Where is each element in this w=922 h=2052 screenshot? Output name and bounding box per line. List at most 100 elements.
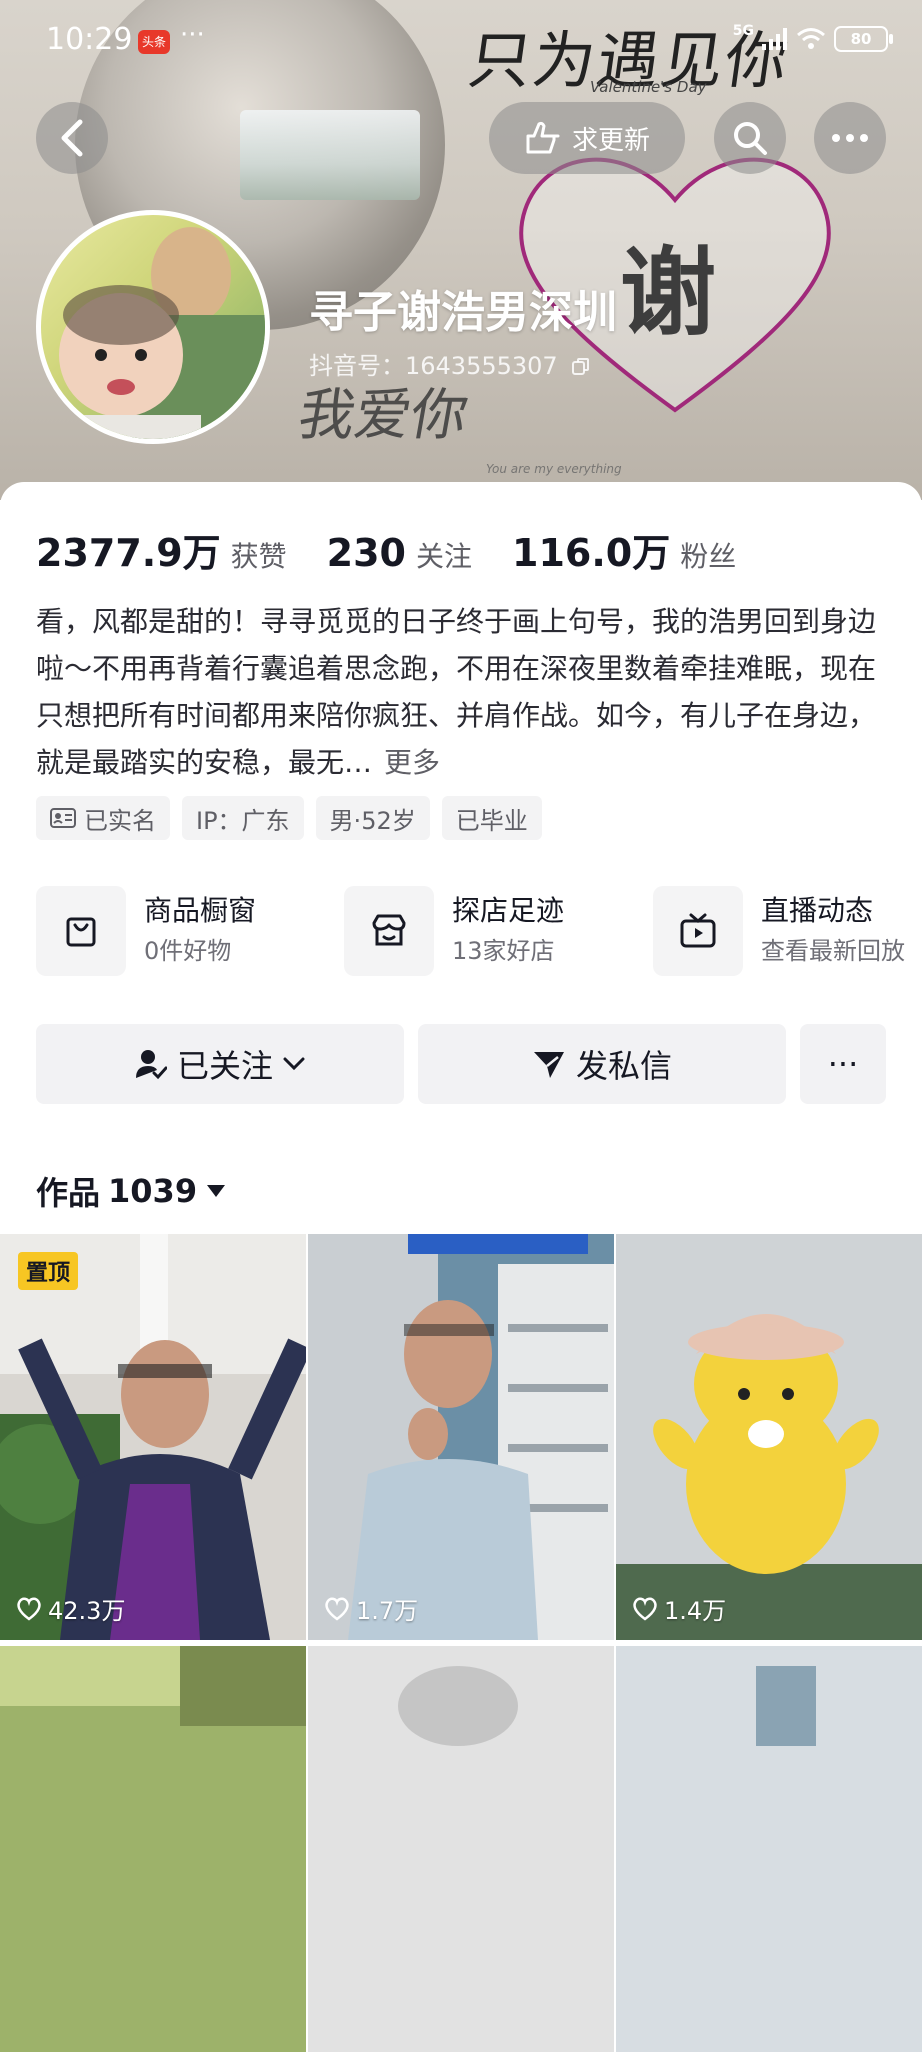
battery-icon: 80 [834, 26, 893, 52]
shop-icon [344, 886, 434, 976]
video-likes-count: 42.3万 [48, 1597, 126, 1625]
send-message-button[interactable]: 发私信 [418, 1024, 786, 1104]
toutiao-badge-icon: 头条 [138, 30, 170, 54]
video-likes: 1.7万 [324, 1591, 418, 1626]
service-store-visits[interactable]: 探店足迹 13家好店 [344, 886, 564, 976]
tag-education-label: 已毕业 [455, 806, 528, 835]
video-thumbnail[interactable] [0, 1646, 306, 2052]
stat-followers[interactable]: 116.0万 粉丝 [512, 522, 736, 577]
service-showcase-title: 商品橱窗 [144, 894, 257, 927]
service-live-title: 直播动态 [761, 894, 874, 927]
profile-cover: 只为遇见你 Valentine's Day 谢 我爱你 You are my e… [0, 0, 922, 500]
cover-bottom-sub: You are my everything [486, 462, 622, 476]
video-thumbnail[interactable]: 1.4万 [616, 1234, 922, 1640]
profile-content: 2377.9万 获赞 230 关注 116.0万 粉丝 看，风都是甜的！寻寻觅觅… [0, 482, 922, 2052]
status-time: 10:29 [46, 22, 133, 57]
stat-likes[interactable]: 2377.9万 获赞 [36, 522, 287, 577]
bio-more-link[interactable]: 更多 [384, 746, 440, 779]
chevron-left-icon [61, 119, 83, 157]
more-dots-icon [832, 134, 868, 142]
status-bar: 10:29 头条 ··· 5G 80 [0, 0, 922, 80]
works-tab[interactable]: 作品 1039 [36, 1168, 227, 1214]
stat-likes-label: 获赞 [230, 540, 287, 573]
cover-photo-window [240, 110, 420, 200]
stat-followers-label: 粉丝 [680, 540, 737, 573]
pointing-hand-icon [526, 121, 560, 154]
video-1-image [0, 1234, 306, 1640]
user-check-icon [135, 1050, 167, 1080]
search-button[interactable] [714, 102, 786, 174]
profile-tags: 已实名 IP：广东 男·52岁 已毕业 [36, 796, 542, 840]
video-3-image [616, 1234, 922, 1640]
chevron-down-icon [283, 1057, 305, 1071]
profile-name: 寻子谢浩男深圳 [309, 287, 617, 338]
request-update-label: 求更新 [571, 125, 650, 156]
paper-plane-icon [533, 1052, 564, 1078]
tag-gender-age-label: 男·52岁 [329, 806, 416, 835]
video-6-image [616, 1646, 922, 2052]
video-4-image [0, 1646, 306, 2052]
stat-following-label: 关注 [415, 540, 472, 573]
actions-more-icon: ··· [827, 1045, 859, 1083]
cover-bottom-script: 我爱你 [293, 383, 473, 448]
stat-followers-value: 116.0万 [512, 531, 671, 575]
pinned-badge: 置顶 [18, 1252, 79, 1290]
tag-education: 已毕业 [441, 796, 542, 840]
shopping-bag-icon [36, 886, 126, 976]
service-store-visits-title: 探店足迹 [452, 894, 565, 927]
following-label: 已关注 [176, 1047, 273, 1085]
profile-actions: 已关注 发私信 ··· [36, 1024, 886, 1104]
request-update-button[interactable]: 求更新 [489, 102, 685, 174]
cover-sub-text: Valentine's Day [590, 78, 707, 96]
stat-following-value: 230 [326, 531, 406, 575]
service-store-visits-sub: 13家好店 [452, 937, 555, 965]
tag-verified-label: 已实名 [84, 806, 156, 835]
profile-stats: 2377.9万 获赞 230 关注 116.0万 粉丝 [36, 522, 776, 577]
status-right: 5G 80 [732, 23, 893, 52]
heart-outline-icon [325, 1597, 349, 1621]
actions-more-button[interactable]: ··· [800, 1024, 886, 1104]
following-button[interactable]: 已关注 [36, 1024, 404, 1104]
stat-likes-value: 2377.9万 [36, 531, 221, 575]
video-thumbnail[interactable]: 1.7万 [308, 1234, 614, 1640]
works-count: 1039 [108, 1172, 198, 1210]
video-likes: 42.3万 [16, 1591, 125, 1626]
video-thumbnail[interactable]: 置顶 42.3万 [0, 1234, 306, 1640]
status-dots: ··· [180, 20, 205, 50]
cover-heart-char: 谢 [620, 236, 716, 349]
video-thumbnail[interactable] [308, 1646, 614, 2052]
copy-icon[interactable] [571, 357, 591, 377]
tv-icon [653, 886, 743, 976]
service-live[interactable]: 直播动态 查看最新回放 [653, 886, 905, 976]
video-thumbnail[interactable] [616, 1646, 922, 2052]
tag-ip: IP：广东 [182, 796, 304, 840]
service-live-sub: 查看最新回放 [761, 937, 905, 965]
back-button[interactable] [36, 102, 108, 174]
tag-verified: 已实名 [36, 796, 170, 840]
send-message-label: 发私信 [575, 1047, 672, 1085]
network-type: 5G [732, 23, 754, 39]
bio-text: 看，风都是甜的！寻寻觅觅的日子终于画上句号，我的浩男回到身边啦～不用再背着行囊追… [36, 605, 877, 779]
tag-ip-label: IP：广东 [196, 806, 290, 835]
tag-gender-age: 男·52岁 [315, 796, 430, 840]
works-label: 作品 [36, 1174, 101, 1212]
service-entries: 商品橱窗 0件好物 探店足迹 13家好店 直播动态 查看最新回放 [36, 886, 922, 980]
service-showcase[interactable]: 商品橱窗 0件好物 [36, 886, 256, 976]
douyin-id-text: 抖音号：1643555307 [309, 352, 558, 380]
video-5-image [308, 1646, 614, 2052]
video-2-image [308, 1234, 614, 1640]
douyin-id[interactable]: 抖音号：1643555307 [309, 346, 591, 381]
video-likes-count: 1.7万 [356, 1597, 419, 1625]
bio[interactable]: 看，风都是甜的！寻寻觅觅的日子终于画上句号，我的浩男回到身边啦～不用再背着行囊追… [36, 598, 886, 786]
signal-icon [762, 28, 787, 50]
service-showcase-sub: 0件好物 [144, 937, 232, 965]
more-options-button[interactable] [814, 102, 886, 174]
stat-following[interactable]: 230 关注 [327, 531, 472, 575]
video-likes: 1.4万 [632, 1591, 726, 1626]
search-icon [734, 122, 767, 155]
avatar[interactable] [36, 210, 270, 444]
heart-outline-icon [17, 1597, 41, 1621]
caret-down-icon [207, 1185, 226, 1197]
id-card-icon [50, 808, 76, 828]
heart-outline-icon [633, 1597, 657, 1621]
